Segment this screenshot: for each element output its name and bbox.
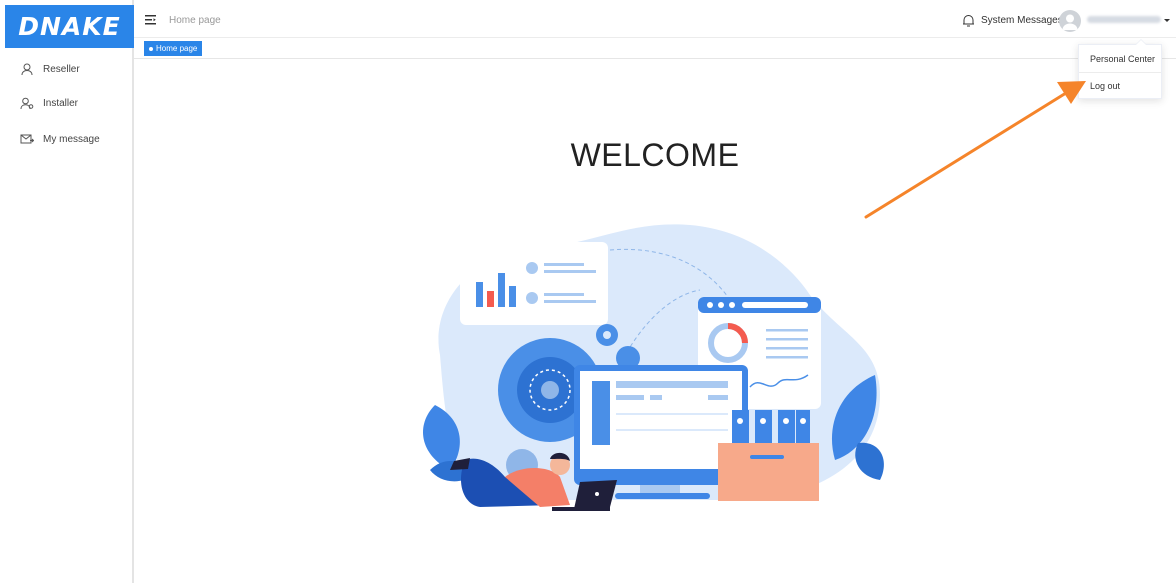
system-messages-button[interactable]: System Messages (961, 13, 1063, 28)
welcome-title: WELCOME (570, 137, 740, 173)
sidebar-item-my-message[interactable]: My message (0, 127, 132, 151)
avatar-icon (1062, 14, 1078, 30)
bell-icon (963, 15, 974, 27)
envelope-icon (20, 132, 34, 146)
welcome-illustration (423, 224, 884, 511)
sidebar-item-label: Installer (43, 97, 79, 109)
sidebar-item-reseller[interactable]: Reseller (0, 57, 132, 81)
user-dropdown-menu: Personal Center Log out (1078, 39, 1162, 99)
top-bar: Home page System Messages (134, 0, 1176, 38)
personal-center-menu-item[interactable]: Personal Center (1079, 47, 1161, 71)
logo-text: DNAKE (18, 12, 121, 41)
username-blurred[interactable] (1087, 16, 1161, 23)
menu-toggle-icon[interactable] (145, 15, 156, 25)
sidebar-item-label: My message (43, 133, 100, 145)
breadcrumb: Home page (169, 15, 221, 26)
sidebar: DNAKE Reseller Installer My message (0, 0, 134, 583)
chevron-down-icon[interactable] (1164, 19, 1170, 22)
user-icon (20, 62, 34, 76)
menu-divider (1079, 72, 1161, 73)
log-out-menu-item[interactable]: Log out (1079, 74, 1161, 98)
system-messages-label: System Messages (981, 15, 1063, 26)
users-icon (20, 96, 34, 110)
tab-label: Home page (156, 44, 198, 53)
sidebar-item-installer[interactable]: Installer (0, 91, 132, 115)
sidebar-item-label: Reseller (43, 63, 80, 75)
avatar[interactable] (1059, 10, 1081, 32)
dnake-logo[interactable]: DNAKE (5, 5, 134, 48)
active-dot-icon (149, 46, 153, 51)
tag-bar: Home page (134, 39, 1176, 59)
tab-home-page[interactable]: Home page (144, 41, 203, 56)
